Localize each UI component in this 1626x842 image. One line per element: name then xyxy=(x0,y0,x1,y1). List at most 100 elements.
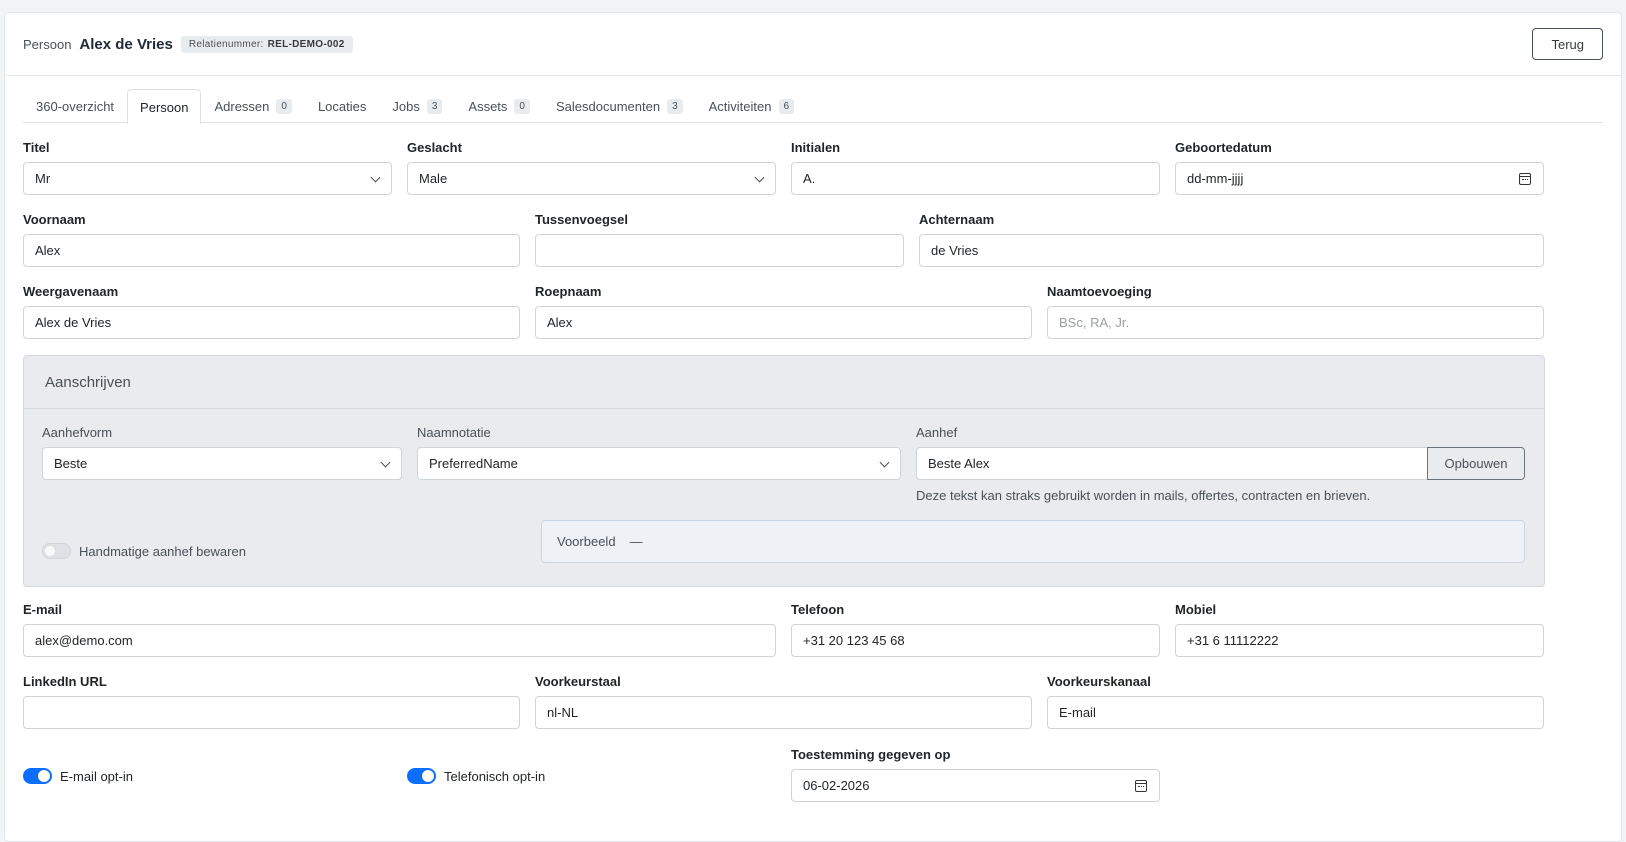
initialen-label: Initialen xyxy=(791,140,841,155)
weergavenaam-input[interactable]: Alex de Vries xyxy=(23,306,520,339)
email-label: E-mail xyxy=(23,602,63,617)
tab-assets[interactable]: Assets 0 xyxy=(455,89,543,123)
linkedin-label: LinkedIn URL xyxy=(23,674,107,689)
aanhef-hint: Deze tekst kan straks gebruikt worden in… xyxy=(916,488,1371,503)
mobiel-input[interactable]: +31 6 11112222 xyxy=(1175,624,1544,657)
voorkeurstaal-field: Voorkeurstaal nl-NL xyxy=(535,674,1032,730)
tab-count-badge: 3 xyxy=(426,99,443,114)
titel-select[interactable]: Mr xyxy=(23,162,392,195)
manual-salutation-label: Handmatige aanhef bewaren xyxy=(79,543,246,559)
roepnaam-input[interactable]: Alex xyxy=(535,306,1032,339)
geslacht-field: Geslacht Male xyxy=(407,140,776,196)
roepnaam-label: Roepnaam xyxy=(535,284,602,299)
tab-jobs[interactable]: Jobs 3 xyxy=(379,89,455,123)
preview-label: Voorbeeld xyxy=(557,534,616,549)
aanschrijven-title: Aanschrijven xyxy=(24,356,1544,409)
naamtoevoeging-field: Naamtoevoeging BSc, RA, Jr. xyxy=(1047,284,1544,340)
tab-salesdocumenten[interactable]: Salesdocumenten 3 xyxy=(543,89,696,123)
page-title: Alex de Vries xyxy=(79,35,173,53)
email-field: E-mail alex@demo.com xyxy=(23,602,776,658)
voorkeurstaal-label: Voorkeurstaal xyxy=(535,674,621,689)
naamtoevoeging-label: Naamtoevoeging xyxy=(1047,284,1152,299)
aanhefvorm-select[interactable]: Beste xyxy=(42,447,402,480)
telefoon-label: Telefoon xyxy=(791,602,845,617)
toestemming-label: Toestemming gegeven op xyxy=(791,747,951,762)
geslacht-select[interactable]: Male xyxy=(407,162,776,195)
naamtoevoeging-input[interactable]: BSc, RA, Jr. xyxy=(1047,306,1544,339)
aanhef-label: Aanhef xyxy=(916,425,958,440)
person-card: Persoon Alex de Vries Relatienummer: REL-… xyxy=(4,12,1622,842)
preview-box: Voorbeeld — xyxy=(541,520,1525,563)
tab-count-badge: 6 xyxy=(778,99,795,114)
voorkeurskanaal-label: Voorkeurskanaal xyxy=(1047,674,1151,689)
tel-optin-label: Telefonisch opt-in xyxy=(444,768,546,784)
tab-adressen[interactable]: Adressen 0 xyxy=(201,89,304,123)
naamnotatie-label: Naamnotatie xyxy=(417,425,491,440)
calendar-icon[interactable] xyxy=(1135,780,1147,792)
tab-count-badge: 0 xyxy=(276,99,292,114)
preview-value: — xyxy=(629,534,643,549)
voorkeurskanaal-field: Voorkeurskanaal E-mail xyxy=(1047,674,1544,730)
email-optin-label: E-mail opt-in xyxy=(60,768,133,784)
aanschrijven-panel: Aanschrijven Aanhefvorm Beste Naamnotati… xyxy=(23,355,1545,587)
tab-persoon[interactable]: Persoon xyxy=(127,89,202,124)
tussenvoegsel-field: Tussenvoegsel xyxy=(535,212,904,268)
geboortedatum-input[interactable]: dd-mm-jjjj xyxy=(1175,162,1544,195)
aanhef-field: Aanhef Beste Alex Opbouwen Deze tekst ka… xyxy=(916,425,1525,505)
back-button[interactable]: Terug xyxy=(1532,28,1603,60)
voornaam-input[interactable]: Alex xyxy=(23,234,520,267)
telefoon-field: Telefoon +31 20 123 45 68 xyxy=(791,602,1160,658)
email-input[interactable]: alex@demo.com xyxy=(23,624,776,657)
tab-locaties[interactable]: Locaties xyxy=(305,89,379,123)
naamnotatie-field: Naamnotatie PreferredName xyxy=(417,425,901,481)
tab-count-badge: 3 xyxy=(667,99,683,114)
mobiel-label: Mobiel xyxy=(1175,602,1217,617)
weergavenaam-field: Weergavenaam Alex de Vries xyxy=(23,284,520,340)
chevron-down-icon xyxy=(370,172,381,183)
aanhefvorm-label: Aanhefvorm xyxy=(42,425,113,440)
linkedin-field: LinkedIn URL xyxy=(23,674,520,730)
achternaam-field: Achternaam de Vries xyxy=(919,212,1544,268)
email-optin-row: E-mail opt-in xyxy=(23,768,133,784)
initialen-field: Initialen A. xyxy=(791,140,1160,196)
naamnotatie-select[interactable]: PreferredName xyxy=(417,447,901,480)
toestemming-input[interactable]: 06-02-2026 xyxy=(791,769,1160,802)
achternaam-input[interactable]: de Vries xyxy=(919,234,1544,267)
mobiel-field: Mobiel +31 6 11112222 xyxy=(1175,602,1544,658)
linkedin-input[interactable] xyxy=(23,696,520,729)
manual-salutation-toggle[interactable] xyxy=(42,543,71,559)
relation-number-badge: Relatienummer: REL-DEMO-002 xyxy=(180,35,353,53)
geslacht-label: Geslacht xyxy=(407,140,462,155)
tab-360-overzicht[interactable]: 360-overzicht xyxy=(23,89,127,123)
chevron-down-icon xyxy=(754,172,765,183)
tab-count-badge: 0 xyxy=(514,99,530,114)
voorkeurstaal-input[interactable]: nl-NL xyxy=(535,696,1032,729)
email-optin-toggle[interactable] xyxy=(23,768,52,784)
titel-field: Titel Mr xyxy=(23,140,392,196)
opbouwen-button[interactable]: Opbouwen xyxy=(1427,447,1525,480)
voorkeurskanaal-input[interactable]: E-mail xyxy=(1047,696,1544,729)
entity-kind: Persoon xyxy=(23,36,72,52)
tussenvoegsel-label: Tussenvoegsel xyxy=(535,212,628,227)
geboortedatum-label: Geboortedatum xyxy=(1175,140,1272,155)
weergavenaam-label: Weergavenaam xyxy=(23,284,119,299)
tussenvoegsel-input[interactable] xyxy=(535,234,904,267)
manual-salutation-toggle-row: Handmatige aanhef bewaren xyxy=(42,543,246,559)
aanhef-input[interactable]: Beste Alex xyxy=(916,447,1428,480)
roepnaam-field: Roepnaam Alex xyxy=(535,284,1032,340)
tab-bar: 360-overzicht Persoon Adressen 0 Locaties… xyxy=(23,89,1603,124)
achternaam-label: Achternaam xyxy=(919,212,995,227)
aanhefvorm-field: Aanhefvorm Beste xyxy=(42,425,402,481)
geboortedatum-field: Geboortedatum dd-mm-jjjj xyxy=(1175,140,1544,196)
telefoon-input[interactable]: +31 20 123 45 68 xyxy=(791,624,1160,657)
titel-label: Titel xyxy=(23,140,50,155)
tel-optin-toggle[interactable] xyxy=(407,768,436,784)
initialen-input[interactable]: A. xyxy=(791,162,1160,195)
calendar-icon[interactable] xyxy=(1519,173,1531,185)
chevron-down-icon xyxy=(380,457,391,468)
voornaam-field: Voornaam Alex xyxy=(23,212,520,268)
tel-optin-row: Telefonisch opt-in xyxy=(407,768,545,784)
chevron-down-icon xyxy=(879,457,890,468)
tab-activiteiten[interactable]: Activiteiten 6 xyxy=(696,89,807,123)
toestemming-field: Toestemming gegeven op 06-02-2026 xyxy=(791,747,1160,803)
